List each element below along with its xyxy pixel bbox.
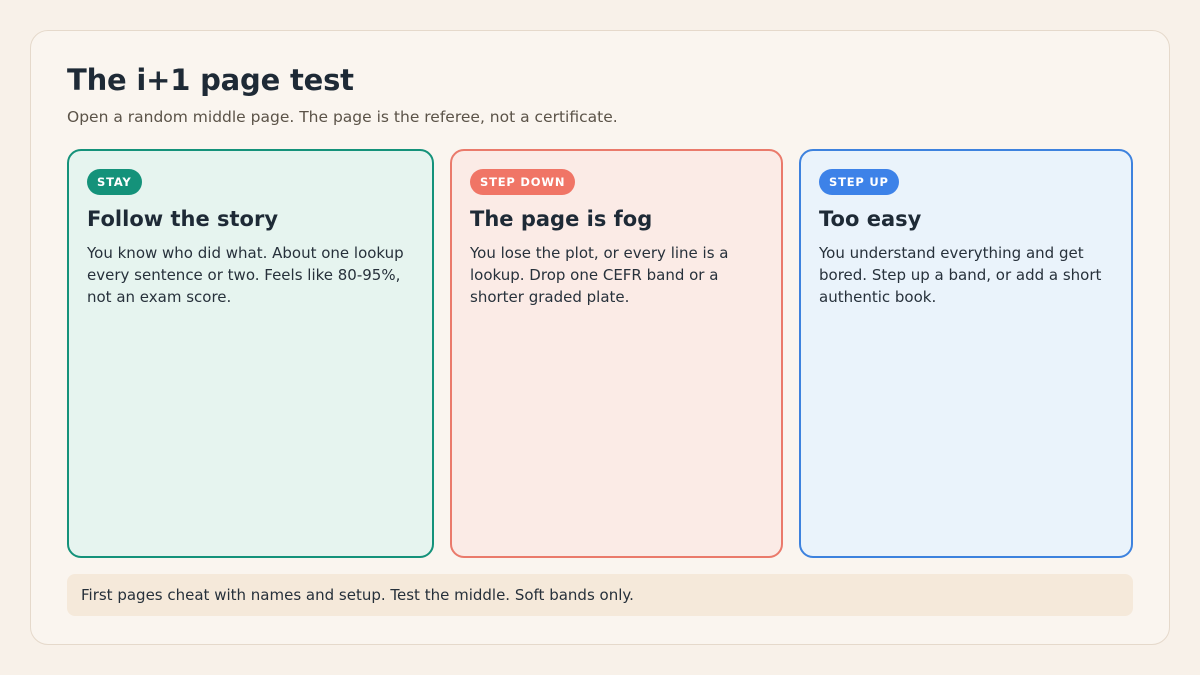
- card-title: Follow the story: [87, 207, 279, 231]
- badge-step-down: STEP DOWN: [470, 169, 576, 195]
- badge-stay: STAY: [87, 169, 142, 195]
- card-body: You lose the plot, or every line is a lo…: [470, 244, 729, 306]
- card-step-up: STEP UP Too easy You understand everythi…: [799, 149, 1133, 558]
- card-body: You know who did what. About one lookup …: [87, 244, 404, 306]
- card-title: The page is fog: [470, 207, 653, 231]
- footer-note: First pages cheat with names and setup. …: [67, 574, 1133, 616]
- card-title: Too easy: [819, 207, 922, 231]
- badge-step-up: STEP UP: [819, 169, 899, 195]
- page-panel: The i+1 page test Open a random middle p…: [30, 30, 1170, 645]
- page-title: The i+1 page test: [67, 63, 354, 97]
- card-stay: STAY Follow the story You know who did w…: [67, 149, 434, 558]
- card-step-down: STEP DOWN The page is fog You lose the p…: [450, 149, 783, 558]
- page-subtitle: Open a random middle page. The page is t…: [67, 108, 618, 126]
- card-body: You understand everything and get bored.…: [819, 244, 1102, 306]
